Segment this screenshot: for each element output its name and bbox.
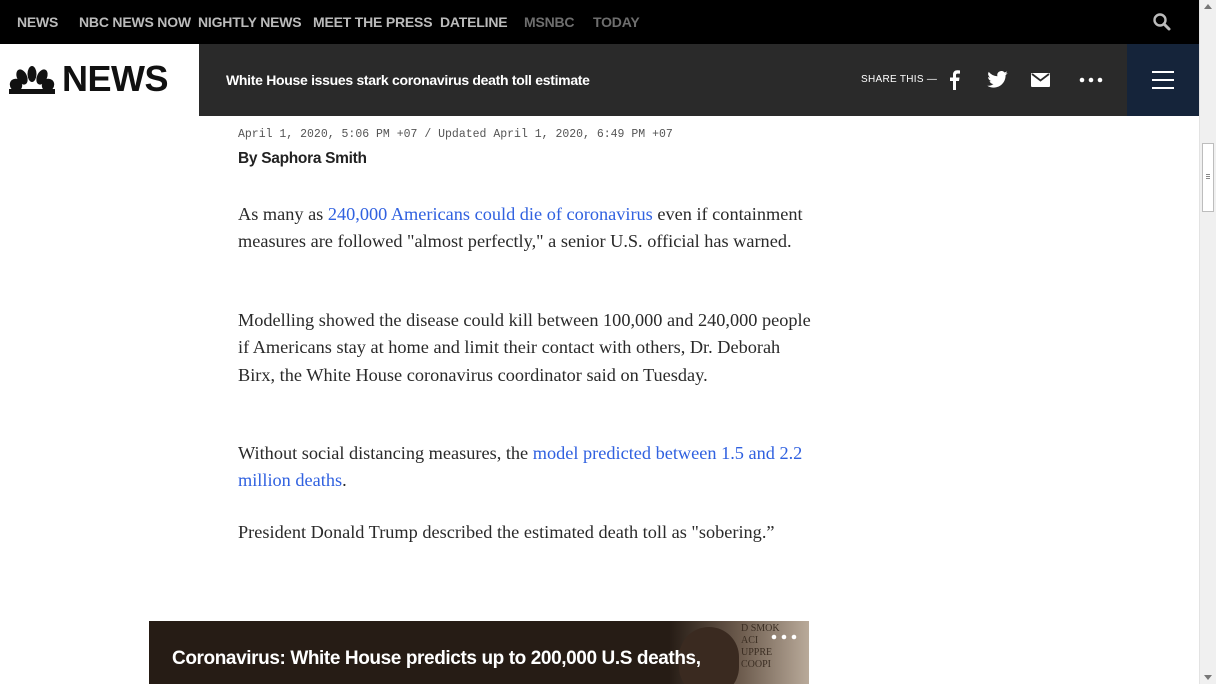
email-icon[interactable] <box>1031 73 1050 87</box>
video-player[interactable]: D SMOK ACI UPPRE COOPI Coronavirus: Whit… <box>149 621 809 684</box>
header-headline: White House issues stark coronavirus dea… <box>226 72 590 88</box>
nav-item-dateline[interactable]: DATELINE <box>440 0 508 44</box>
article-header-bar: NEWS White House issues stark coronaviru… <box>0 44 1199 116</box>
logo-text: NEWS <box>62 58 169 99</box>
nbc-news-logo[interactable]: NEWS <box>0 44 199 116</box>
scroll-up-arrow-icon[interactable] <box>1204 4 1212 9</box>
share-label: SHARE THIS — <box>861 74 938 85</box>
peacock-icon <box>9 66 55 94</box>
twitter-icon[interactable] <box>987 71 1008 88</box>
article-byline: By Saphora Smith <box>238 150 367 167</box>
scroll-down-arrow-icon[interactable] <box>1204 675 1212 680</box>
nav-item-today[interactable]: TODAY <box>593 0 640 44</box>
nav-item-nbc-news-now[interactable]: NBC NEWS NOW <box>79 0 191 44</box>
menu-button[interactable] <box>1127 44 1199 116</box>
more-icon[interactable] <box>1079 77 1103 83</box>
scrollbar-thumb[interactable] <box>1202 143 1214 212</box>
nav-item-nightly-news[interactable]: NIGHTLY NEWS <box>198 0 302 44</box>
article-dateline: April 1, 2020, 5:06 PM +07 / Updated Apr… <box>238 128 673 141</box>
hamburger-icon <box>1152 71 1174 73</box>
nav-item-news[interactable]: NEWS <box>17 0 58 44</box>
paragraph-1: As many as 240,000 Americans could die o… <box>238 204 803 252</box>
page-scrollbar[interactable] <box>1199 0 1216 684</box>
nav-item-meet-the-press[interactable]: MEET THE PRESS <box>313 0 433 44</box>
video-sign-text: D SMOK ACI UPPRE COOPI <box>741 623 780 670</box>
paragraph-4: President Donald Trump described the est… <box>238 522 775 542</box>
top-nav: NEWS NBC NEWS NOW NIGHTLY NEWS MEET THE … <box>0 0 1199 44</box>
nav-item-msnbc[interactable]: MSNBC <box>524 0 575 44</box>
paragraph-3: Without social distancing measures, the … <box>238 443 803 491</box>
video-title[interactable]: Coronavirus: White House predicts up to … <box>172 647 701 671</box>
link-240000-americans[interactable]: 240,000 Americans could die of coronavir… <box>328 204 653 224</box>
search-icon[interactable] <box>1152 12 1172 32</box>
video-more-icon[interactable] <box>771 634 797 640</box>
facebook-icon[interactable] <box>948 70 960 90</box>
paragraph-2: Modelling showed the disease could kill … <box>238 310 811 385</box>
